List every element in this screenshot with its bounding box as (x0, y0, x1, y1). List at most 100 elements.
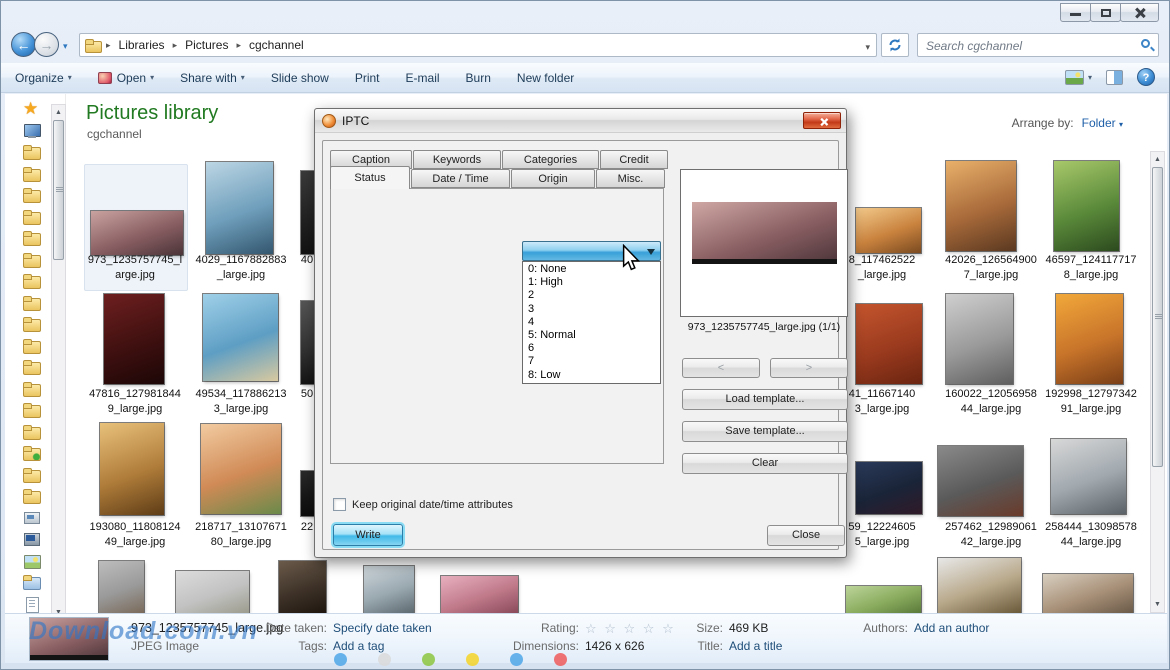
write-button[interactable]: Write (333, 524, 403, 546)
breadcrumb-item[interactable]: Libraries (113, 38, 171, 52)
arrange-by-value[interactable]: Folder (1082, 116, 1116, 130)
tab-categories[interactable]: Categories (502, 150, 599, 169)
doc-icon[interactable] (23, 596, 41, 613)
toolbar-button-share-with[interactable]: Share with▾ (180, 71, 245, 85)
toolbar-button-burn[interactable]: Burn (466, 71, 491, 85)
star-icon[interactable] (23, 101, 41, 118)
thumbnail-image[interactable] (301, 171, 315, 254)
previous-image-button[interactable]: < (682, 358, 760, 378)
thumbnail-image[interactable] (938, 558, 1021, 613)
thumbnail-image[interactable] (856, 462, 922, 514)
thumbnail-filename[interactable]: 193080_11808124 49_large.jpg (79, 520, 191, 549)
priority-option[interactable]: 1: High (523, 276, 660, 289)
rating-stars[interactable]: ☆ ☆ ☆ ☆ ☆ (585, 621, 676, 637)
tab-keywords[interactable]: Keywords (413, 150, 501, 169)
toolbar-button-new-folder[interactable]: New folder (517, 71, 574, 85)
tab-date-time[interactable]: Date / Time (411, 169, 510, 188)
thumbnail-filename[interactable]: 192998_12797342 91_large.jpg (1035, 387, 1147, 416)
load-template-button[interactable]: Load template... (682, 389, 848, 410)
thumbnail-filename[interactable]: 160022_12056958 44_large.jpg (935, 387, 1047, 416)
clear-button[interactable]: Clear (682, 453, 848, 474)
thumbnail-image[interactable] (938, 446, 1023, 516)
thumbnail-image[interactable] (364, 566, 414, 613)
thumbnail-image[interactable] (1051, 439, 1126, 514)
priority-option[interactable]: 0: None (523, 263, 660, 276)
thumbnail-filename[interactable]: 258444_13098578 44_large.jpg (1035, 520, 1147, 549)
tab-misc-[interactable]: Misc. (596, 169, 665, 188)
help-button[interactable]: ? (1137, 68, 1155, 86)
folder-icon[interactable] (23, 338, 41, 355)
thumbnail-image[interactable] (1056, 294, 1123, 384)
thumbnail-image[interactable] (946, 294, 1013, 384)
authors-value[interactable]: Add an author (914, 621, 989, 635)
thumbnail-image[interactable] (104, 294, 164, 384)
folder-icon[interactable] (23, 359, 41, 376)
dialog-titlebar[interactable]: IPTC (315, 109, 846, 133)
priority-option[interactable]: 5: Normal (523, 329, 660, 342)
thumbnail-filename[interactable]: 47816_127981844 9_large.jpg (79, 387, 191, 416)
priority-option[interactable]: 6 (523, 342, 660, 355)
priority-option[interactable]: 7 (523, 355, 660, 368)
folder-icon[interactable] (23, 381, 41, 398)
thumbnail-image[interactable] (176, 571, 249, 613)
content-scrollbar[interactable]: ▲ ▼ (1150, 151, 1165, 613)
thumbnail-image[interactable] (846, 586, 921, 613)
folder-icon[interactable] (23, 424, 41, 441)
thumbnail-filename[interactable]: 973_1235757745_l arge.jpg (79, 253, 191, 282)
scroll-down-icon[interactable]: ▼ (1151, 597, 1164, 612)
priority-option[interactable]: 2 (523, 289, 660, 302)
thumbnail-image[interactable] (301, 301, 315, 384)
address-bar[interactable]: ▸Libraries▸Pictures▸cgchannel ▾ (79, 33, 877, 57)
tags-value[interactable]: Add a tag (333, 639, 384, 653)
folder-icon[interactable] (23, 273, 41, 290)
search-input[interactable] (926, 37, 1126, 54)
save-template-button[interactable]: Save template... (682, 421, 848, 442)
close-window-button[interactable] (1120, 3, 1159, 22)
keep-datetime-checkbox[interactable] (333, 498, 346, 511)
title-value[interactable]: Add a title (729, 639, 782, 653)
thumbnail-image[interactable] (441, 576, 518, 613)
date-taken-value[interactable]: Specify date taken (333, 621, 432, 635)
preview-pane-button[interactable] (1106, 70, 1123, 85)
dialog-close-action-button[interactable]: Close (767, 525, 845, 546)
thumbnail-filename[interactable]: 46597_124117717 8_large.jpg (1035, 253, 1147, 282)
breadcrumb-item[interactable]: cgchannel (243, 38, 310, 52)
scrollbar-thumb[interactable] (1152, 167, 1163, 467)
folder-icon[interactable] (23, 488, 41, 505)
computer-icon[interactable] (23, 531, 41, 548)
thumbnail-image[interactable] (1054, 161, 1119, 251)
priority-combobox[interactable] (522, 241, 661, 261)
thumbnail-image[interactable] (946, 161, 1016, 251)
forward-button[interactable]: → (34, 32, 59, 57)
scroll-up-icon[interactable]: ▲ (1151, 152, 1164, 167)
minimize-button[interactable] (1060, 3, 1091, 22)
toolbar-button-e-mail[interactable]: E-mail (406, 71, 440, 85)
folder-lib-icon[interactable] (23, 574, 41, 591)
network-icon[interactable] (23, 510, 41, 527)
tab-origin[interactable]: Origin (511, 169, 595, 188)
refresh-button[interactable] (881, 33, 909, 57)
thumbnail-image[interactable] (206, 162, 273, 254)
priority-option[interactable]: 8: Low (523, 369, 660, 382)
dialog-close-button[interactable] (803, 112, 841, 129)
scrollbar-thumb[interactable] (53, 120, 64, 260)
tab-status[interactable]: Status (330, 166, 410, 189)
thumbnail-image[interactable] (203, 294, 278, 381)
thumbnail-image[interactable] (100, 423, 164, 515)
folder-icon[interactable] (23, 187, 41, 204)
thumbnail-filename[interactable]: 42026_126564900 7_large.jpg (935, 253, 1047, 282)
history-dropdown-icon[interactable]: ▾ (63, 41, 68, 52)
scroll-up-icon[interactable]: ▲ (52, 105, 65, 120)
thumbnail-image[interactable] (856, 304, 922, 384)
maximize-button[interactable] (1090, 3, 1121, 22)
thumbnail-image[interactable] (201, 424, 281, 514)
toolbar-button-open[interactable]: Open▾ (98, 71, 154, 85)
toolbar-button-print[interactable]: Print (355, 71, 380, 85)
priority-option[interactable]: 3 (523, 303, 660, 316)
thumbnail-filename[interactable]: 257462_12989061 42_large.jpg (935, 520, 1047, 549)
folder-icon[interactable] (23, 402, 41, 419)
chevron-down-icon[interactable]: ▾ (1119, 120, 1123, 129)
picture-icon[interactable] (23, 553, 41, 570)
folder-icon[interactable] (23, 166, 41, 183)
folder-green-icon[interactable] (23, 445, 41, 462)
